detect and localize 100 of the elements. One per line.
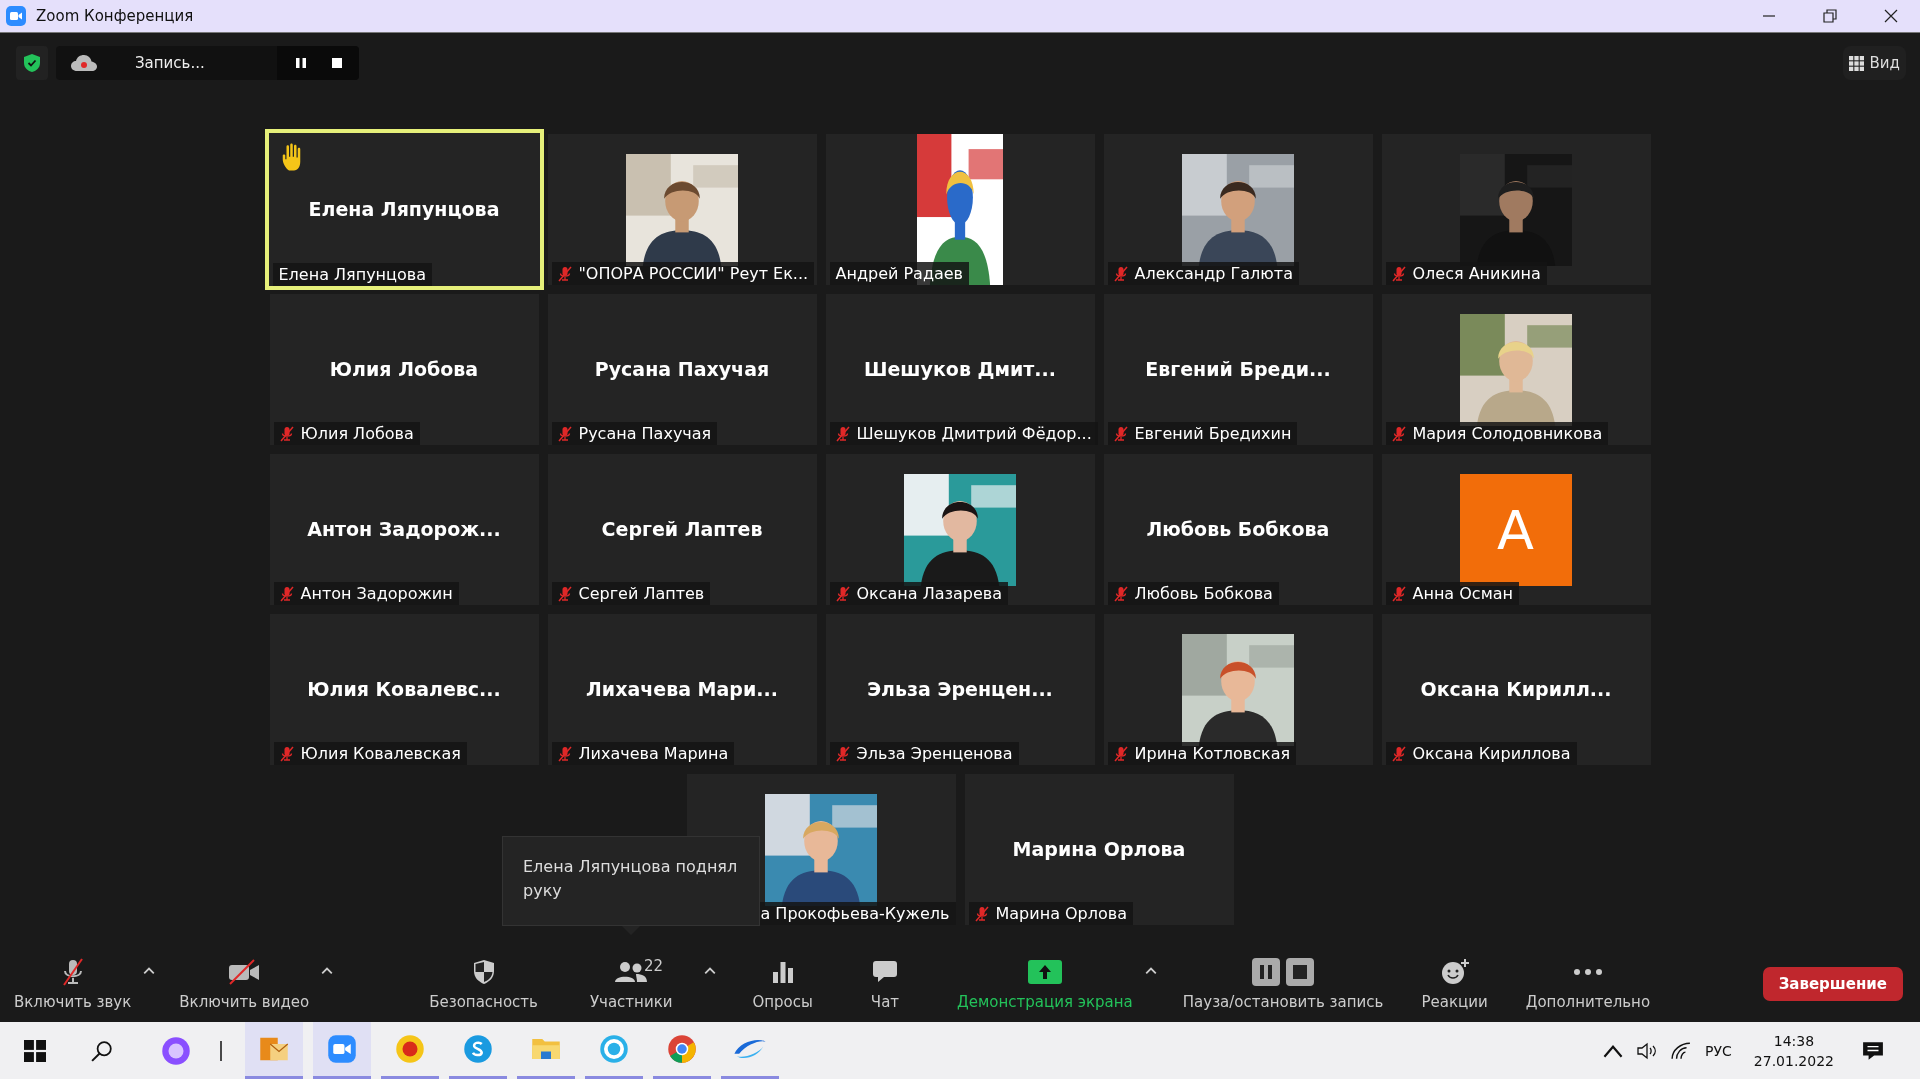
name-label: "ОПОРА РОССИИ" Реут Ек... [551, 262, 815, 285]
name-label: Александр Галюта [1107, 262, 1299, 285]
participant-name: Сергей Лаптев [601, 517, 763, 540]
caret-icon[interactable] [321, 966, 334, 975]
speaker-icon[interactable] [1637, 1041, 1658, 1060]
participant-name: Марина Орлова [1012, 837, 1186, 860]
notification-tooltip: Елена Ляпунцова поднял руку [502, 836, 760, 926]
language-indicator[interactable]: РУС [1705, 1042, 1732, 1059]
name-label: Юлия Ковалевская [273, 742, 467, 765]
name-label: Любовь Бобкова [1107, 582, 1279, 605]
participant-name: Юлия Ковалевс... [307, 677, 501, 700]
clock-date[interactable]: 27.01.2022 [1753, 1050, 1834, 1071]
video-tile[interactable]: Оксана Кирилл... Оксана Кириллова [1381, 614, 1651, 765]
video-button[interactable]: Включить видео [173, 956, 316, 1011]
name-label: Елена Ляпунцова [272, 263, 432, 286]
name-label: Ирина Котловская [1107, 742, 1297, 765]
camera-off-icon [227, 956, 262, 987]
pause-stop-icon [1252, 956, 1315, 987]
muted-mic-icon [60, 956, 85, 987]
security-shield-icon[interactable] [16, 46, 48, 80]
name-label: Андрей Радаев [829, 262, 970, 285]
video-tile[interactable]: Оксана Лазарева [825, 454, 1095, 605]
name-label: Анна Осман [1385, 582, 1519, 605]
smiley-plus-icon [1439, 956, 1470, 987]
participant-name: Антон Задорож... [307, 517, 501, 540]
name-label: Шешуков Дмитрий Фёдор... [829, 422, 1098, 445]
video-tile[interactable]: Юлия Лобова Юлия Лобова [269, 294, 539, 445]
name-label: Оксана Кириллова [1385, 742, 1577, 765]
participant-name: Юлия Лобова [329, 357, 479, 380]
more-icon [1572, 967, 1603, 976]
participant-name: Эльза Эренцен... [867, 677, 1053, 700]
pause-icon[interactable] [295, 57, 307, 69]
video-tile[interactable]: Андрей Радаев [825, 134, 1095, 285]
separator-icon [218, 1038, 224, 1063]
polls-button[interactable]: Опросы [746, 956, 819, 1011]
name-label: Евгений Бредихин [1107, 422, 1298, 445]
end-meeting-button[interactable]: Завершение [1762, 966, 1903, 1001]
name-label: Русана Пахучая [551, 422, 718, 445]
participant-name: Шешуков Дмит... [864, 357, 1056, 380]
video-camera-app-icon[interactable] [313, 1022, 371, 1079]
participant-name: Оксана Кирилл... [1420, 677, 1612, 700]
video-tile[interactable]: Елена Ляпунцова Елена Ляпунцова [264, 129, 544, 290]
reactions-button[interactable]: Реакции [1415, 956, 1494, 1011]
cloud-recording-icon [71, 54, 97, 72]
video-tile[interactable]: Олеся Аникина [1381, 134, 1651, 285]
name-label: Олеся Аникина [1385, 262, 1547, 285]
video-tile[interactable]: Антон Задорож... Антон Задорожин [269, 454, 539, 605]
search-icon[interactable] [91, 1039, 113, 1062]
share-button[interactable]: Демонстрация экрана [951, 956, 1139, 1011]
video-tile[interactable]: Евгений Бреди... Евгений Бредихин [1103, 294, 1373, 445]
video-tile[interactable]: Александр Галюта [1103, 134, 1373, 285]
close-icon[interactable] [1884, 9, 1898, 23]
name-label: Оксана Лазарева [829, 582, 1009, 605]
video-tile[interactable]: "ОПОРА РОССИИ" Реут Ек... [547, 134, 817, 285]
name-label: Лихачева Марина [551, 742, 735, 765]
video-tile[interactable]: Ирина Котловская [1103, 614, 1373, 765]
video-tile[interactable]: Мария Солодовникова [1381, 294, 1651, 445]
participant-name: Лихачева Мари... [586, 677, 778, 700]
participant-name: Русана Пахучая [594, 357, 770, 380]
video-tile[interactable]: Сергей Лаптев Сергей Лаптев [547, 454, 817, 605]
participant-name: Елена Ляпунцова [308, 197, 500, 220]
caret-icon[interactable] [143, 966, 156, 975]
name-label: Юлия Лобова [273, 422, 420, 445]
video-tile[interactable]: Шешуков Дмит... Шешуков Дмитрий Фёдор... [825, 294, 1095, 445]
view-button[interactable]: Вид [1842, 46, 1906, 80]
window-title: Zoom Конференция [36, 7, 194, 25]
video-tile[interactable]: Русана Пахучая Русана Пахучая [547, 294, 817, 445]
caret-icon[interactable] [1144, 966, 1157, 975]
caret-icon[interactable] [704, 966, 717, 975]
participant-name: Евгений Бреди... [1145, 357, 1331, 380]
avatar: А [1459, 474, 1572, 586]
recording-status: Запись... [135, 54, 205, 72]
more-button[interactable]: Дополнительно [1519, 956, 1657, 1011]
security-button[interactable]: Безопасность [423, 956, 544, 1011]
video-tile[interactable]: Лихачева Мари... Лихачева Марина [547, 614, 817, 765]
restore-icon[interactable] [1823, 9, 1837, 23]
name-label: Сергей Лаптев [551, 582, 711, 605]
name-label: Антон Задорожин [273, 582, 459, 605]
stop-icon[interactable] [331, 57, 343, 69]
start-icon[interactable] [24, 1039, 46, 1062]
name-label: Эльза Эренценова [829, 742, 1019, 765]
participants-button[interactable]: 22 Участники [583, 956, 699, 1011]
video-tile[interactable]: Юлия Ковалевс... Юлия Ковалевская [269, 614, 539, 765]
record-button[interactable]: Пауза/остановить запись [1176, 956, 1390, 1011]
clock-time[interactable]: 14:38 [1773, 1030, 1815, 1051]
notifications-icon[interactable] [1862, 1039, 1884, 1062]
zoom-logo-icon [6, 6, 26, 26]
audio-button[interactable]: Включить звук [8, 956, 138, 1011]
video-tile[interactable]: Эльза Эренцен... Эльза Эренценова [825, 614, 1095, 765]
tooltip-pointer-icon [622, 926, 640, 935]
participant-count: 22 [643, 956, 663, 975]
wifi-icon[interactable] [1671, 1041, 1692, 1060]
name-label: Марина Орлова [968, 902, 1133, 925]
participant-name: Любовь Бобкова [1146, 517, 1330, 540]
chat-button[interactable]: Чат [864, 956, 906, 1011]
grid-icon [1848, 55, 1864, 71]
video-tile[interactable]: А Анна Осман [1381, 454, 1651, 605]
name-label: Мария Солодовникова [1385, 422, 1609, 445]
video-tile[interactable]: Любовь Бобкова Любовь Бобкова [1103, 454, 1373, 605]
video-tile[interactable]: Марина Орлова Марина Орлова [964, 774, 1234, 925]
